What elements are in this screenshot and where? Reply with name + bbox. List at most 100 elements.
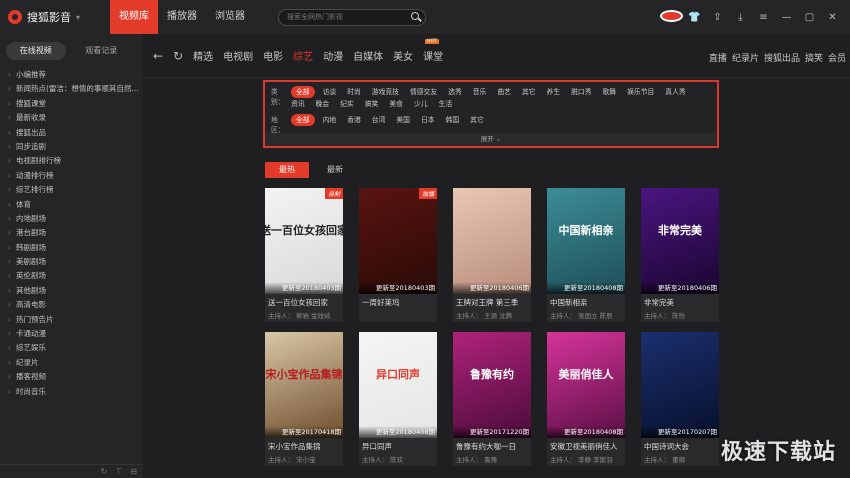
link-funny[interactable]: 搞笑	[805, 51, 823, 64]
category-anime[interactable]: 动漫	[323, 48, 343, 63]
poster-image[interactable]: 宋小宝作品集锦 更新至20170418期	[265, 332, 343, 438]
sort-newest[interactable]: 最新	[313, 162, 357, 178]
sidebar-item[interactable]: 同步追剧	[0, 140, 140, 154]
tab-browser[interactable]: 浏览器	[206, 0, 254, 34]
minimize-icon[interactable]: —	[775, 12, 798, 23]
filter-type-option[interactable]: 晚会	[316, 98, 330, 110]
tab-video-library[interactable]: 视频库	[110, 0, 158, 34]
upload-icon[interactable]: ⇪	[706, 12, 729, 23]
filter-type-option[interactable]: 选秀	[448, 86, 462, 98]
sidebar-item[interactable]: 新闻热点(雷洁：想情的事顺其自然…	[0, 82, 140, 96]
filter-type-option[interactable]: 全部	[291, 86, 315, 98]
video-title[interactable]: 中国诗词大会	[644, 441, 716, 452]
video-title[interactable]: 中国新相亲	[550, 297, 622, 308]
sidebar-item[interactable]: 体育	[0, 198, 140, 212]
category-tv-drama[interactable]: 电视剧	[223, 48, 253, 63]
sidebar-item[interactable]: 港台剧场	[0, 226, 140, 240]
filter-type-option[interactable]: 访谈	[323, 86, 337, 98]
sort-hottest[interactable]: 最热	[265, 162, 309, 178]
sidebar-item[interactable]: 英伦剧场	[0, 269, 140, 283]
video-title[interactable]: 一周好莱坞	[362, 297, 434, 308]
video-card[interactable]: 鲁豫有约 更新至20171220期 鲁豫有约大咖一日 主持人： 鲁豫	[453, 332, 531, 466]
sidebar-item[interactable]: 内地剧场	[0, 212, 140, 226]
collapse-icon[interactable]: ⊟	[130, 467, 137, 476]
poster-image[interactable]: 异口同声 更新至20180408期	[359, 332, 437, 438]
skin-icon[interactable]: 👕	[683, 12, 706, 23]
filter-region-option[interactable]: 美国	[396, 114, 410, 126]
sidebar-item[interactable]: 播客视频	[0, 370, 140, 384]
sidebar-item[interactable]: 小编推荐	[0, 68, 140, 82]
filter-type-option[interactable]: 真人秀	[665, 86, 685, 98]
poster-image[interactable]: 非常完美 更新至20180406期	[641, 188, 719, 294]
poster-image[interactable]: 独播 更新至20180403期	[359, 188, 437, 294]
sidebar-tab-history[interactable]: 观看记录	[72, 42, 132, 60]
link-sohu-original[interactable]: 搜狐出品	[764, 51, 800, 64]
sidebar-item[interactable]: 卡通动漫	[0, 327, 140, 341]
filter-type-option[interactable]: 情感交友	[410, 86, 437, 98]
video-card[interactable]: 宋小宝作品集锦 更新至20170418期 宋小宝作品集锦 主持人： 宋小宝	[265, 332, 343, 466]
filter-type-option[interactable]: 少儿	[414, 98, 428, 110]
filter-type-option[interactable]: 歌舞	[603, 86, 617, 98]
tab-player[interactable]: 播放器	[158, 0, 206, 34]
filter-type-option[interactable]: 其它	[522, 86, 536, 98]
video-title[interactable]: 异口同声	[362, 441, 434, 452]
refresh-icon[interactable]: ↻	[173, 49, 183, 63]
filter-type-option[interactable]: 资讯	[291, 98, 305, 110]
user-avatar-button[interactable]	[660, 9, 683, 25]
search-icon[interactable]	[407, 9, 425, 26]
link-member[interactable]: 会员	[828, 51, 846, 64]
filter-region-option[interactable]: 韩国	[446, 114, 460, 126]
sidebar-item[interactable]: 搜狐课堂	[0, 97, 140, 111]
sidebar-item[interactable]: 综艺排行榜	[0, 183, 140, 197]
video-card[interactable]: 非常完美 更新至20180406期 非常完美 主持人： 陈怡	[641, 188, 719, 322]
category-we-media[interactable]: 自媒体	[353, 48, 383, 63]
sidebar-item[interactable]: 热门预告片	[0, 313, 140, 327]
filter-type-option[interactable]: 曲艺	[497, 86, 511, 98]
poster-image[interactable]: 中国新相亲 更新至20180408期	[547, 188, 625, 294]
poster-image[interactable]: 送一百位女孩回家 自制 更新至20180403期	[265, 188, 343, 294]
sidebar-tab-online[interactable]: 在线视频	[6, 42, 66, 60]
filter-type-option[interactable]: 时尚	[347, 86, 361, 98]
category-beauty[interactable]: 美女	[393, 48, 413, 63]
poster-image[interactable]: 更新至20180406期	[453, 188, 531, 294]
filter-type-option[interactable]: 生活	[439, 98, 453, 110]
sidebar-item[interactable]: 搜狐出品	[0, 126, 140, 140]
video-card[interactable]: 异口同声 更新至20180408期 异口同声 主持人： 陈欢	[359, 332, 437, 466]
video-card[interactable]: 送一百位女孩回家 自制 更新至20180403期 送一百位女孩回家 主持人： 柳岩 金玟…	[265, 188, 343, 322]
video-card[interactable]: 独播 更新至20180403期一周好莱坞	[359, 188, 437, 322]
filter-region-option[interactable]: 内地	[323, 114, 337, 126]
maximize-icon[interactable]: ▢	[798, 12, 821, 23]
filter-type-option[interactable]: 养生	[547, 86, 561, 98]
search-input[interactable]	[287, 13, 407, 21]
menu-icon[interactable]: ≡	[752, 12, 775, 23]
sidebar-item[interactable]: 电视剧排行榜	[0, 154, 140, 168]
video-card[interactable]: 更新至20180406期 王牌对王牌 第三季 主持人： 王源 沈腾	[453, 188, 531, 322]
video-card[interactable]: 中国新相亲 更新至20180408期 中国新相亲 主持人： 张国立 陈辰	[547, 188, 625, 322]
sidebar-item[interactable]: 时尚音乐	[0, 385, 140, 399]
filter-type-option[interactable]: 纪实	[340, 98, 354, 110]
video-title[interactable]: 王牌对王牌 第三季	[456, 297, 528, 308]
sidebar-item[interactable]: 高清电影	[0, 298, 140, 312]
filter-type-option[interactable]: 娱乐节目	[627, 86, 654, 98]
poster-image[interactable]: 美丽俏佳人 更新至20180408期	[547, 332, 625, 438]
sidebar-item[interactable]: 综艺娱乐	[0, 341, 140, 355]
video-title[interactable]: 宋小宝作品集锦	[268, 441, 340, 452]
video-title[interactable]: 安徽卫视美丽俏佳人	[550, 441, 622, 452]
filter-type-option[interactable]: 脱口秀	[571, 86, 591, 98]
video-title[interactable]: 非常完美	[644, 297, 716, 308]
filter-type-option[interactable]: 美食	[389, 98, 403, 110]
video-card[interactable]: 更新至20170207期 中国诗词大会 主持人： 董卿	[641, 332, 719, 466]
poster-image[interactable]: 更新至20170207期	[641, 332, 719, 438]
sidebar-item[interactable]: 最新收录	[0, 111, 140, 125]
download-icon[interactable]: ⤓	[729, 12, 752, 23]
app-logo[interactable]: 搜狐影音 ▾	[0, 0, 110, 34]
category-variety[interactable]: 综艺	[293, 48, 313, 63]
filter-region-option[interactable]: 日本	[421, 114, 435, 126]
sidebar-item[interactable]: 纪录片	[0, 356, 140, 370]
video-title[interactable]: 鲁豫有约大咖一日	[456, 441, 528, 452]
refresh-icon[interactable]: ↻	[101, 467, 108, 476]
category-movie[interactable]: 电影	[263, 48, 283, 63]
filter-region-option[interactable]: 其它	[470, 114, 484, 126]
close-icon[interactable]: ✕	[821, 12, 844, 23]
filter-region-option[interactable]: 台湾	[372, 114, 386, 126]
